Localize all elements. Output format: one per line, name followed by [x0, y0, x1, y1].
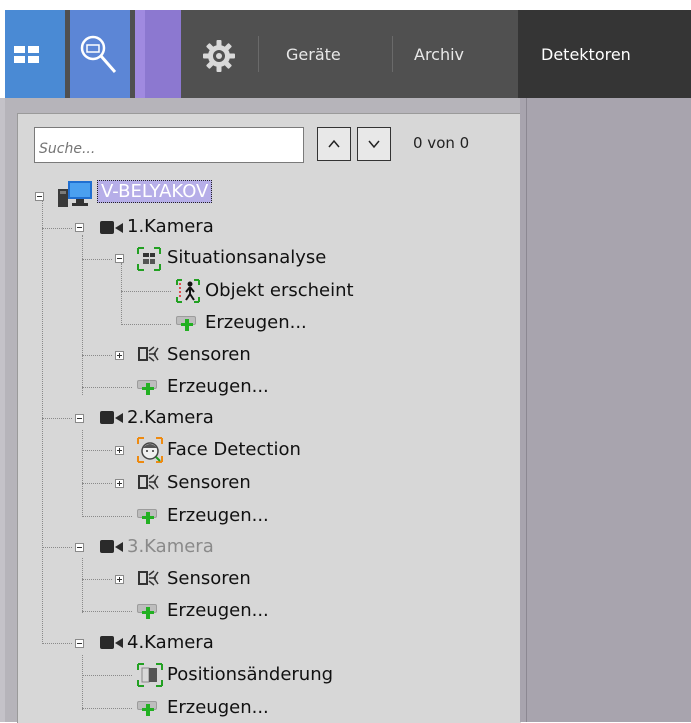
situation-analysis-icon [137, 247, 161, 271]
sensoren-expand-toggle[interactable] [115, 351, 124, 360]
tree-objekt-erscheint[interactable]: Objekt erscheint [205, 280, 354, 301]
tree-sensoren[interactable]: Sensoren [167, 568, 251, 589]
toolbar-divider [392, 36, 393, 72]
camera-icon [100, 539, 124, 553]
tree-camera-1[interactable]: 1.Kamera [127, 216, 214, 237]
archive-search-button[interactable] [70, 10, 130, 98]
chevron-up-icon [328, 139, 340, 148]
tree-create-detector[interactable]: Erzeugen... [167, 376, 269, 397]
sensoren-expand-toggle[interactable] [115, 479, 124, 488]
tab-devices[interactable]: Geräte [286, 45, 341, 64]
toolbar-divider [258, 36, 259, 72]
sensors-icon [138, 474, 159, 490]
tree-camera-4[interactable]: 4.Kamera [127, 632, 214, 653]
layouts-grid-icon [14, 46, 40, 64]
tree-sensoren[interactable]: Sensoren [167, 472, 251, 493]
tree-sensoren[interactable]: Sensoren [167, 344, 251, 365]
object-appears-icon [176, 279, 200, 303]
create-icon [176, 313, 198, 335]
chevron-down-icon [368, 140, 380, 149]
camera-3-collapse-toggle[interactable] [75, 543, 84, 552]
tree-positionsaenderung[interactable]: Positionsänderung [167, 664, 333, 685]
server-icon [58, 181, 92, 207]
tree-create-detector[interactable]: Erzeugen... [167, 697, 269, 718]
tree-create-detector[interactable]: Erzeugen... [167, 505, 269, 526]
camera-icon [100, 635, 124, 649]
tree-server-v-belyakov[interactable]: V-BELYAKOV [97, 180, 213, 203]
sensors-icon [138, 570, 159, 586]
match-count: 0 von 0 [413, 134, 470, 152]
tab-detectors-label: Detektoren [541, 45, 631, 64]
server-collapse-toggle[interactable] [35, 192, 44, 201]
create-icon [137, 377, 159, 399]
camera-icon [100, 220, 124, 234]
camera-1-collapse-toggle[interactable] [75, 223, 84, 232]
camera-icon [100, 410, 124, 424]
archive-search-icon [80, 35, 117, 73]
tree-camera-2[interactable]: 2.Kamera [127, 407, 214, 428]
face-detection-expand-toggle[interactable] [115, 446, 124, 455]
camera-2-collapse-toggle[interactable] [75, 414, 84, 423]
tree-create-detector[interactable]: Erzeugen... [167, 600, 269, 621]
sensors-icon [138, 346, 159, 362]
tab-archive[interactable]: Archiv [414, 45, 464, 64]
search-input[interactable] [34, 127, 304, 163]
face-detection-icon [137, 437, 163, 463]
tree-create-detector[interactable]: Erzeugen... [205, 312, 307, 333]
settings-gear-icon[interactable] [201, 38, 237, 74]
tree-situationsanalyse[interactable]: Situationsanalyse [167, 247, 326, 268]
create-icon [137, 601, 159, 623]
tab-detectors[interactable]: Detektoren [518, 10, 691, 98]
layouts-button[interactable] [5, 10, 65, 98]
position-change-icon [137, 663, 163, 687]
extra-mode-button[interactable] [135, 10, 181, 98]
situationsanalyse-collapse-toggle[interactable] [115, 254, 124, 263]
create-icon [137, 506, 159, 528]
tree-camera-3[interactable]: 3.Kamera [127, 536, 214, 557]
sensoren-expand-toggle[interactable] [115, 575, 124, 584]
next-match-button[interactable] [357, 127, 391, 161]
create-icon [137, 698, 159, 720]
main-toolbar: Geräte Archiv Detektoren [5, 10, 691, 98]
tree-face-detection[interactable]: Face Detection [167, 439, 301, 460]
settings-panel [520, 98, 691, 722]
previous-match-button[interactable] [317, 127, 351, 161]
camera-4-collapse-toggle[interactable] [75, 639, 84, 648]
